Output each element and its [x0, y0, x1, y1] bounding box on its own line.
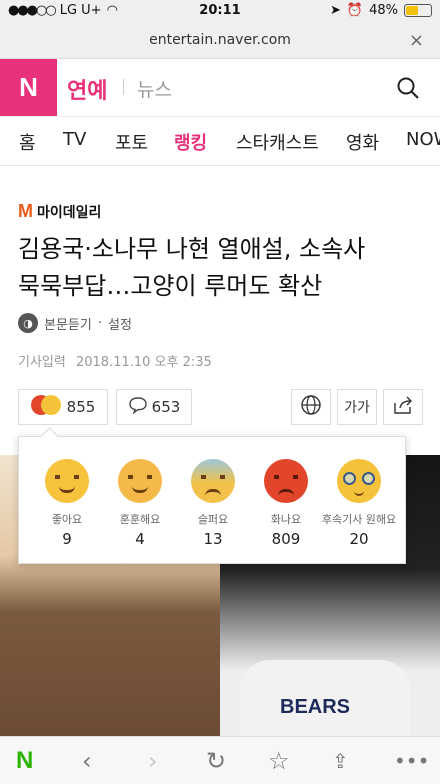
settings-link[interactable]: 설정 [108, 314, 132, 333]
reaction-count: 20 [349, 530, 369, 548]
font-size-button[interactable]: 가가 [337, 389, 377, 425]
browser-url-bar: entertain.naver.com × [0, 22, 440, 59]
angry-face-icon [264, 459, 308, 503]
url-field[interactable]: entertain.naver.com [0, 32, 440, 48]
reaction-label: 훈훈해요 [119, 513, 161, 526]
site-header: N 연예 뉴스 [0, 59, 440, 117]
like-face-icon [45, 459, 89, 503]
reaction-count: 855 [66, 398, 96, 416]
glasses-emoji-icon [40, 395, 61, 415]
date-label: 기사입력 [18, 355, 66, 370]
reaction-warm[interactable]: 훈훈해요 4 [102, 459, 178, 548]
reaction-count: 13 [203, 530, 223, 548]
reaction-sad[interactable]: 슬퍼요 13 [175, 459, 251, 548]
article-date: 기사입력 2018.11.10 오후 2:35 [18, 351, 212, 370]
reaction-count: 809 [271, 530, 301, 548]
press-logo-icon: M [18, 201, 33, 221]
jersey: BEARS [240, 660, 410, 742]
status-bar: ●●●○○ LG U+ ◠ 20:11 ➤ ⏰ 48% [0, 0, 440, 22]
reaction-label: 후속기사 원해요 [321, 513, 397, 526]
popup-arrow [40, 427, 59, 446]
comment-button[interactable]: 653 [116, 389, 192, 425]
headline-line-1: 김용국·소나무 나현 열애설, 소속사 [18, 235, 366, 263]
section-subtitle[interactable]: 뉴스 [137, 75, 172, 102]
tab-now[interactable]: NOW [406, 129, 440, 150]
speaker-icon[interactable]: ◑ [18, 313, 38, 333]
comment-count: 653 [151, 398, 181, 416]
comment-icon [128, 396, 148, 418]
share-icon[interactable]: ⇪ [332, 749, 349, 773]
reaction-label: 슬퍼요 [197, 513, 229, 526]
browser-toolbar: N ‹ › ↻ ☆ ⇪ ••• [0, 736, 440, 784]
separator-dot: · [97, 315, 102, 331]
reaction-label: 좋아요 [51, 513, 83, 526]
close-icon[interactable]: × [409, 30, 424, 51]
naver-logo[interactable]: N [0, 59, 57, 116]
reaction-count: 9 [62, 530, 72, 548]
tab-movie[interactable]: 영화 [346, 129, 379, 155]
tab-starcast[interactable]: 스타캐스트 [236, 129, 319, 155]
share-icon [392, 395, 414, 419]
divider [123, 79, 124, 95]
warm-face-icon [118, 459, 162, 503]
section-title[interactable]: 연예 [67, 73, 107, 105]
want-followup-face-icon [337, 459, 381, 503]
translate-button[interactable] [291, 389, 331, 425]
forward-icon[interactable]: › [148, 747, 158, 775]
alarm-icon: ⏰ [346, 3, 364, 18]
headline-line-2: 묵묵부답…고양이 루머도 확산 [18, 272, 323, 300]
location-icon: ➤ [330, 3, 341, 18]
tab-ranking[interactable]: 랭킹 [174, 129, 207, 155]
press-name: 마이데일리 [37, 204, 102, 221]
listen-button[interactable]: 본문듣기 [44, 314, 92, 333]
reaction-angry[interactable]: 화나요 809 [248, 459, 324, 548]
bookmark-star-icon[interactable]: ☆ [268, 747, 290, 775]
reaction-icons [30, 395, 61, 419]
jersey-text: BEARS [280, 696, 351, 718]
reaction-want-followup[interactable]: 후속기사 원해요 20 [321, 459, 397, 548]
reaction-count: 4 [135, 530, 145, 548]
back-icon[interactable]: ‹ [82, 747, 92, 775]
sad-face-icon [191, 459, 235, 503]
reaction-label: 화나요 [270, 513, 302, 526]
battery-percent: 48% [369, 3, 398, 18]
article-headline: 김용국·소나무 나현 열애설, 소속사 묵묵부답…고양이 루머도 확산 [18, 231, 422, 305]
search-icon[interactable] [396, 76, 420, 104]
tab-tv[interactable]: TV [63, 129, 86, 150]
tab-home[interactable]: 홈 [19, 129, 36, 155]
battery-icon [404, 4, 432, 17]
font-size-label: 가가 [344, 400, 370, 416]
reaction-button[interactable]: 855 [18, 389, 108, 425]
more-icon[interactable]: ••• [394, 749, 429, 773]
naver-home-icon[interactable]: N [16, 747, 33, 775]
reaction-like[interactable]: 좋아요 9 [29, 459, 105, 548]
tab-photo[interactable]: 포토 [115, 129, 148, 155]
listen-controls: ◑ 본문듣기 · 설정 [18, 313, 132, 333]
reaction-popup: 좋아요 9 훈훈해요 4 슬퍼요 13 화나요 809 후속기사 원해요 20 [18, 427, 406, 564]
globe-icon [300, 394, 322, 420]
date-value: 2018.11.10 오후 2:35 [75, 355, 212, 370]
category-tabs: 홈 TV 포토 랭킹 스타캐스트 영화 NOW [0, 117, 440, 166]
share-button[interactable] [383, 389, 423, 425]
press-logo[interactable]: M 마이데일리 [18, 201, 101, 222]
reload-icon[interactable]: ↻ [206, 747, 226, 775]
